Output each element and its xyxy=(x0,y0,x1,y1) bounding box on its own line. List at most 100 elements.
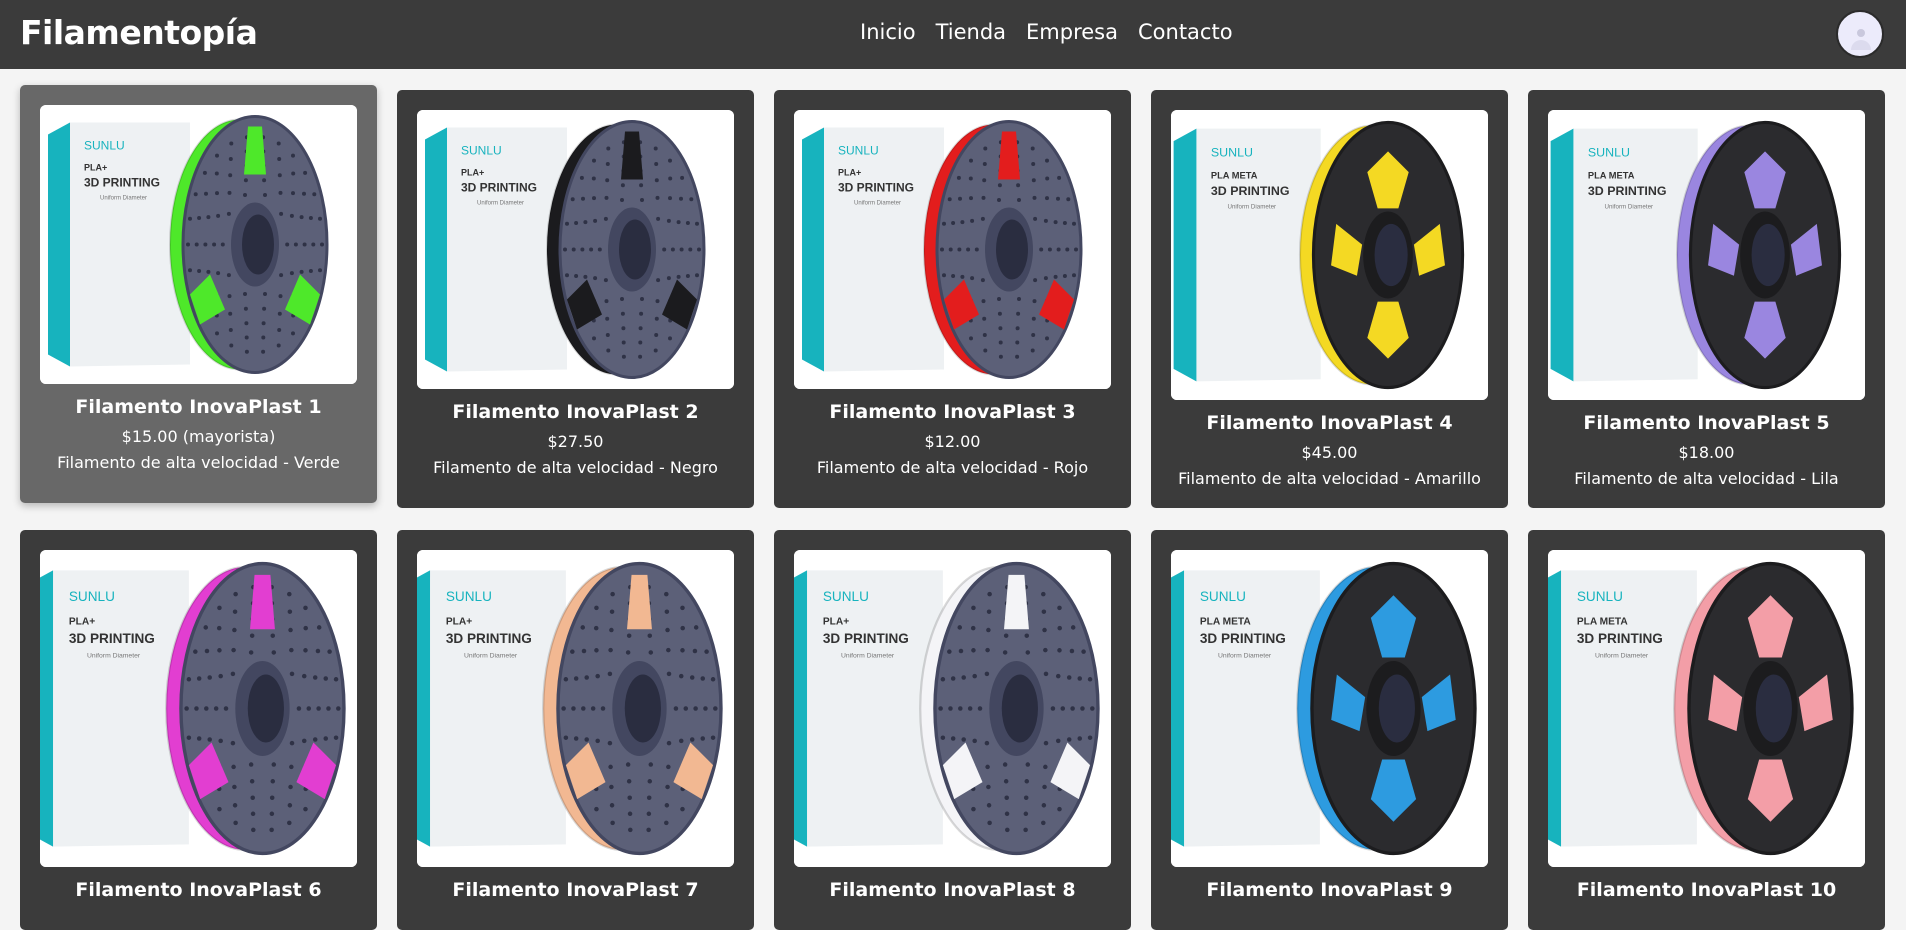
product-description: Filamento de alta velocidad - Verde xyxy=(57,453,340,472)
svg-text:PLA+: PLA+ xyxy=(84,163,107,173)
product-card[interactable]: SUNLU PLA+ 3D PRINTING Uniform Diameter … xyxy=(774,530,1131,930)
svg-text:3D PRINTING: 3D PRINTING xyxy=(1577,631,1663,646)
svg-text:PLA+: PLA+ xyxy=(838,168,861,178)
svg-text:Uniform Diameter: Uniform Diameter xyxy=(1227,203,1276,210)
svg-text:3D PRINTING: 3D PRINTING xyxy=(838,181,914,195)
svg-text:3D PRINTING: 3D PRINTING xyxy=(446,631,532,646)
svg-text:PLA META: PLA META xyxy=(1577,617,1629,628)
svg-text:Uniform Diameter: Uniform Diameter xyxy=(464,653,518,660)
product-title: Filamento InovaPlast 7 xyxy=(452,879,699,901)
top-navbar: Filamentopía Inicio Tienda Empresa Conta… xyxy=(0,0,1906,69)
product-image[interactable]: SUNLU PLA+ 3D PRINTING Uniform Diameter xyxy=(794,110,1111,389)
product-title: Filamento InovaPlast 9 xyxy=(1206,879,1453,901)
svg-text:3D PRINTING: 3D PRINTING xyxy=(1211,184,1290,198)
product-title: Filamento InovaPlast 2 xyxy=(452,401,699,423)
svg-text:Uniform Diameter: Uniform Diameter xyxy=(841,653,895,660)
avatar-head-shape xyxy=(1857,29,1865,37)
product-image[interactable]: SUNLU PLA META 3D PRINTING Uniform Diame… xyxy=(1548,550,1865,867)
svg-text:PLA+: PLA+ xyxy=(69,617,95,628)
user-avatar-icon[interactable] xyxy=(1836,10,1884,58)
product-card[interactable]: SUNLU PLA META 3D PRINTING Uniform Diame… xyxy=(1528,90,1885,508)
product-image[interactable]: SUNLU PLA+ 3D PRINTING Uniform Diameter xyxy=(417,110,734,389)
product-card[interactable]: SUNLU PLA+ 3D PRINTING Uniform Diameter … xyxy=(20,85,377,503)
product-title: Filamento InovaPlast 6 xyxy=(75,879,322,901)
product-price: $18.00 xyxy=(1678,443,1735,462)
svg-text:3D PRINTING: 3D PRINTING xyxy=(1200,631,1286,646)
product-price: $12.00 xyxy=(924,432,981,451)
svg-text:Uniform Diameter: Uniform Diameter xyxy=(1218,653,1272,660)
svg-text:3D PRINTING: 3D PRINTING xyxy=(69,631,155,646)
product-image[interactable]: SUNLU PLA+ 3D PRINTING Uniform Diameter xyxy=(417,550,734,867)
filament-spool-image: SUNLU PLA+ 3D PRINTING Uniform Diameter xyxy=(417,110,734,389)
svg-text:Uniform Diameter: Uniform Diameter xyxy=(854,201,901,207)
svg-text:PLA+: PLA+ xyxy=(446,617,472,628)
svg-text:SUNLU: SUNLU xyxy=(461,144,502,158)
filament-spool-image: SUNLU PLA+ 3D PRINTING Uniform Diameter xyxy=(794,110,1111,389)
svg-text:Uniform Diameter: Uniform Diameter xyxy=(87,653,141,660)
svg-text:SUNLU: SUNLU xyxy=(1577,589,1623,604)
product-image[interactable]: SUNLU PLA META 3D PRINTING Uniform Diame… xyxy=(1171,550,1488,867)
product-description: Filamento de alta velocidad - Amarillo xyxy=(1178,469,1481,488)
svg-text:SUNLU: SUNLU xyxy=(823,589,869,604)
product-card[interactable]: SUNLU PLA META 3D PRINTING Uniform Diame… xyxy=(1151,90,1508,508)
product-image[interactable]: SUNLU PLA META 3D PRINTING Uniform Diame… xyxy=(1548,110,1865,400)
product-description: Filamento de alta velocidad - Lila xyxy=(1574,469,1839,488)
product-card[interactable]: SUNLU PLA META 3D PRINTING Uniform Diame… xyxy=(1528,530,1885,930)
filament-spool-image: SUNLU PLA META 3D PRINTING Uniform Diame… xyxy=(1171,550,1488,867)
product-price: $45.00 xyxy=(1301,443,1358,462)
nav-link-empresa[interactable]: Empresa xyxy=(1026,20,1118,44)
svg-text:SUNLU: SUNLU xyxy=(69,589,115,604)
filament-spool-image: SUNLU PLA+ 3D PRINTING Uniform Diameter xyxy=(794,550,1111,867)
product-card[interactable]: SUNLU PLA META 3D PRINTING Uniform Diame… xyxy=(1151,530,1508,930)
svg-text:3D PRINTING: 3D PRINTING xyxy=(1588,184,1667,198)
product-card[interactable]: SUNLU PLA+ 3D PRINTING Uniform Diameter … xyxy=(774,90,1131,508)
svg-text:Uniform Diameter: Uniform Diameter xyxy=(477,201,524,207)
product-title: Filamento InovaPlast 1 xyxy=(75,396,322,418)
filament-spool-image: SUNLU PLA+ 3D PRINTING Uniform Diameter xyxy=(40,550,357,867)
product-image[interactable]: SUNLU PLA META 3D PRINTING Uniform Diame… xyxy=(1171,110,1488,400)
svg-text:PLA+: PLA+ xyxy=(461,168,484,178)
product-title: Filamento InovaPlast 10 xyxy=(1576,879,1837,901)
svg-text:Uniform Diameter: Uniform Diameter xyxy=(1595,653,1649,660)
svg-text:PLA META: PLA META xyxy=(1200,617,1252,628)
product-card[interactable]: SUNLU PLA+ 3D PRINTING Uniform Diameter … xyxy=(397,90,754,508)
filament-spool-image: SUNLU PLA+ 3D PRINTING Uniform Diameter xyxy=(40,105,357,384)
product-title: Filamento InovaPlast 4 xyxy=(1206,412,1453,434)
product-description: Filamento de alta velocidad - Rojo xyxy=(816,458,1089,477)
svg-text:PLA META: PLA META xyxy=(1211,170,1258,180)
svg-text:SUNLU: SUNLU xyxy=(1211,146,1253,160)
svg-text:SUNLU: SUNLU xyxy=(446,589,492,604)
svg-text:PLA+: PLA+ xyxy=(823,617,849,628)
filament-spool-image: SUNLU PLA META 3D PRINTING Uniform Diame… xyxy=(1548,110,1865,400)
filament-spool-image: SUNLU PLA META 3D PRINTING Uniform Diame… xyxy=(1548,550,1865,867)
product-price: $27.50 xyxy=(547,432,604,451)
avatar-body-shape xyxy=(1851,40,1871,50)
product-title: Filamento InovaPlast 8 xyxy=(829,879,1076,901)
filament-spool-image: SUNLU PLA META 3D PRINTING Uniform Diame… xyxy=(1171,110,1488,400)
svg-text:SUNLU: SUNLU xyxy=(84,139,125,153)
product-card[interactable]: SUNLU PLA+ 3D PRINTING Uniform Diameter … xyxy=(20,530,377,930)
svg-text:3D PRINTING: 3D PRINTING xyxy=(823,631,909,646)
svg-text:SUNLU: SUNLU xyxy=(838,144,879,158)
product-image[interactable]: SUNLU PLA+ 3D PRINTING Uniform Diameter xyxy=(40,550,357,867)
svg-text:3D PRINTING: 3D PRINTING xyxy=(461,181,537,195)
svg-text:Uniform Diameter: Uniform Diameter xyxy=(1604,203,1653,210)
product-title: Filamento InovaPlast 5 xyxy=(1583,412,1830,434)
svg-text:SUNLU: SUNLU xyxy=(1200,589,1246,604)
product-title: Filamento InovaPlast 3 xyxy=(829,401,1076,423)
svg-text:Uniform Diameter: Uniform Diameter xyxy=(100,196,147,202)
svg-text:SUNLU: SUNLU xyxy=(1588,146,1630,160)
product-card[interactable]: SUNLU PLA+ 3D PRINTING Uniform Diameter … xyxy=(397,530,754,930)
svg-text:3D PRINTING: 3D PRINTING xyxy=(84,176,160,190)
nav-link-contacto[interactable]: Contacto xyxy=(1138,20,1233,44)
svg-text:PLA META: PLA META xyxy=(1588,170,1635,180)
brand-logo[interactable]: Filamentopía xyxy=(20,13,258,52)
product-description: Filamento de alta velocidad - Negro xyxy=(433,458,718,477)
nav-link-tienda[interactable]: Tienda xyxy=(936,20,1006,44)
product-image[interactable]: SUNLU PLA+ 3D PRINTING Uniform Diameter xyxy=(794,550,1111,867)
main-nav: Inicio Tienda Empresa Contacto xyxy=(860,20,1233,44)
product-price: $15.00 (mayorista) xyxy=(121,427,276,446)
nav-link-inicio[interactable]: Inicio xyxy=(860,20,916,44)
filament-spool-image: SUNLU PLA+ 3D PRINTING Uniform Diameter xyxy=(417,550,734,867)
product-image[interactable]: SUNLU PLA+ 3D PRINTING Uniform Diameter xyxy=(40,105,357,384)
